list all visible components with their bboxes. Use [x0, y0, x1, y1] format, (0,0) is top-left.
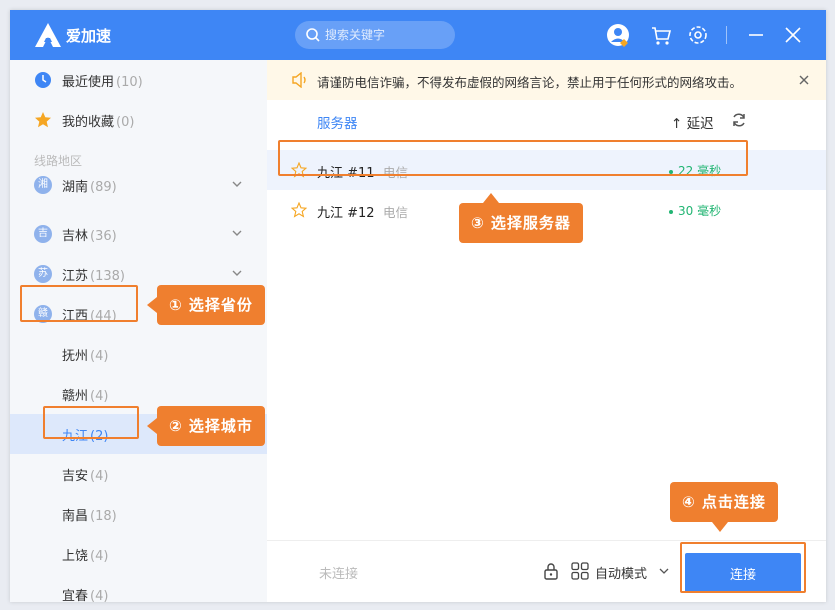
callout-step-3: ③ 选择服务器 — [459, 193, 583, 243]
server-delay: 22 毫秒 — [678, 164, 722, 178]
app-logo-icon — [35, 23, 61, 47]
server-isp: 电信 — [383, 205, 409, 220]
callout-arrow — [147, 297, 157, 313]
server-row[interactable]: 九江 #11 电信 22 毫秒 — [267, 150, 826, 190]
callout-text: ③ 选择服务器 — [471, 214, 571, 232]
sidebar: 最近使用 (10) 我的收藏 (0) 线路地区 湘 湖南 (89) 吉 吉林 (36) … — [10, 60, 267, 602]
city-label: 九江 — [62, 429, 89, 444]
sidebar-item-city[interactable]: 宜春 (4) — [10, 574, 267, 602]
city-label: 宜春 — [62, 589, 89, 602]
chevron-down-icon[interactable] — [659, 566, 669, 576]
sidebar-item-label: 最近使用 — [62, 75, 115, 90]
server-isp: 电信 — [383, 165, 409, 180]
callout-text: ① 选择省份 — [169, 296, 253, 314]
minimize-icon[interactable] — [743, 22, 769, 48]
callout-arrow — [712, 522, 728, 532]
sidebar-item-label: 我的收藏 — [62, 115, 115, 130]
city-count: (4) — [90, 469, 109, 484]
search-box[interactable] — [295, 21, 455, 49]
sidebar-item-count: (89) — [90, 180, 117, 195]
search-input[interactable] — [325, 25, 445, 45]
callout-arrow — [483, 193, 499, 203]
bottom-bar: 未连接 自动模式 连接 — [267, 540, 826, 602]
close-icon[interactable] — [780, 22, 806, 48]
sidebar-item-label: 江苏 — [62, 269, 89, 284]
sidebar-item-recent[interactable]: 最近使用 (10) — [10, 60, 267, 100]
chevron-down-icon — [232, 181, 242, 187]
speaker-icon — [292, 72, 306, 88]
chevron-down-icon — [232, 230, 242, 236]
sidebar-item-label: 江西 — [62, 309, 89, 324]
sidebar-item-province[interactable]: 湘 湖南 (89) — [10, 174, 267, 214]
server-delay: 30 毫秒 — [678, 204, 722, 218]
sidebar-item-province[interactable]: 吉 吉林 (36) — [10, 214, 267, 254]
server-name: 九江 #12 — [317, 206, 375, 221]
notice-text: 请谨防电信诈骗，不得发布虚假的网络言论，禁止用于任何形式的网络攻击。 — [317, 75, 743, 90]
section-title: 线路地区 — [34, 154, 83, 168]
city-label: 上饶 — [62, 549, 89, 564]
sidebar-item-city[interactable]: 吉安 (4) — [10, 454, 267, 494]
province-badge: 湘 — [34, 176, 52, 194]
city-count: (4) — [90, 389, 109, 404]
sidebar-item-favorites[interactable]: 我的收藏 (0) — [10, 100, 267, 140]
callout-step-4: ④ 点击连接 — [670, 482, 778, 532]
callout-text: ② 选择城市 — [169, 417, 253, 435]
mode-grid-icon — [571, 562, 589, 580]
sidebar-item-city[interactable]: 南昌 (18) — [10, 494, 267, 534]
sidebar-item-count: (0) — [116, 115, 135, 130]
notice-bar: 请谨防电信诈骗，不得发布虚假的网络言论，禁止用于任何形式的网络攻击。 — [267, 60, 826, 100]
callout-text: ④ 点击连接 — [682, 493, 766, 511]
city-count: (18) — [90, 509, 117, 524]
city-label: 抚州 — [62, 349, 89, 364]
clock-icon — [35, 72, 51, 88]
server-column-header[interactable]: 服务器 — [317, 112, 358, 132]
callout-step-2: ② 选择城市 — [147, 406, 265, 446]
sidebar-item-count: (44) — [90, 309, 117, 324]
star-icon — [35, 112, 51, 128]
sidebar-item-city[interactable]: 上饶 (4) — [10, 534, 267, 574]
server-name: 九江 #11 — [317, 166, 375, 181]
chevron-down-icon — [232, 270, 242, 276]
favorite-star-icon[interactable] — [291, 202, 307, 218]
city-label: 赣州 — [62, 389, 89, 404]
favorite-star-icon[interactable] — [291, 162, 307, 178]
province-badge: 赣 — [34, 305, 52, 323]
province-badge: 吉 — [34, 225, 52, 243]
cart-icon[interactable] — [648, 22, 674, 48]
mode-select[interactable]: 自动模式 — [595, 563, 647, 582]
city-count: (2) — [90, 429, 109, 444]
latency-dot — [669, 209, 673, 214]
sidebar-item-count: (138) — [90, 269, 125, 284]
callout-step-1: ① 选择省份 — [147, 285, 265, 325]
city-count: (4) — [90, 349, 109, 364]
sidebar-item-count: (36) — [90, 229, 117, 244]
city-count: (4) — [90, 589, 109, 602]
sidebar-item-label: 吉林 — [62, 229, 89, 244]
city-label: 南昌 — [62, 509, 89, 524]
connect-button[interactable]: 连接 — [685, 553, 801, 593]
refresh-icon[interactable] — [731, 112, 747, 128]
callout-arrow — [147, 418, 157, 434]
app-window: 爱加速 搜索关键字 最近使用 (10) 我的收藏 (0) 线路地区 湘 湖南 (… — [10, 10, 826, 602]
close-notice-icon[interactable] — [797, 73, 811, 87]
lock-icon[interactable] — [543, 562, 559, 580]
settings-gear-icon[interactable] — [685, 22, 711, 48]
city-count: (4) — [90, 549, 109, 564]
search-icon — [306, 28, 320, 42]
province-badge: 苏 — [34, 265, 52, 283]
latency-dot — [669, 169, 673, 174]
app-title: 爱加速 — [66, 27, 112, 45]
sidebar-item-city[interactable]: 抚州 (4) — [10, 334, 267, 374]
sidebar-item-label: 湖南 — [62, 180, 89, 195]
sidebar-item-count: (10) — [116, 75, 143, 90]
delay-sort-header[interactable]: ↑ 延迟 — [671, 112, 714, 132]
title-bar: 爱加速 — [10, 10, 826, 60]
city-label: 吉安 — [62, 469, 89, 484]
connection-status: 未连接 — [319, 567, 359, 582]
server-table-header: 服务器 ↑ 延迟 — [267, 100, 826, 140]
user-avatar-icon[interactable] — [606, 22, 632, 48]
titlebar-divider — [726, 26, 727, 44]
